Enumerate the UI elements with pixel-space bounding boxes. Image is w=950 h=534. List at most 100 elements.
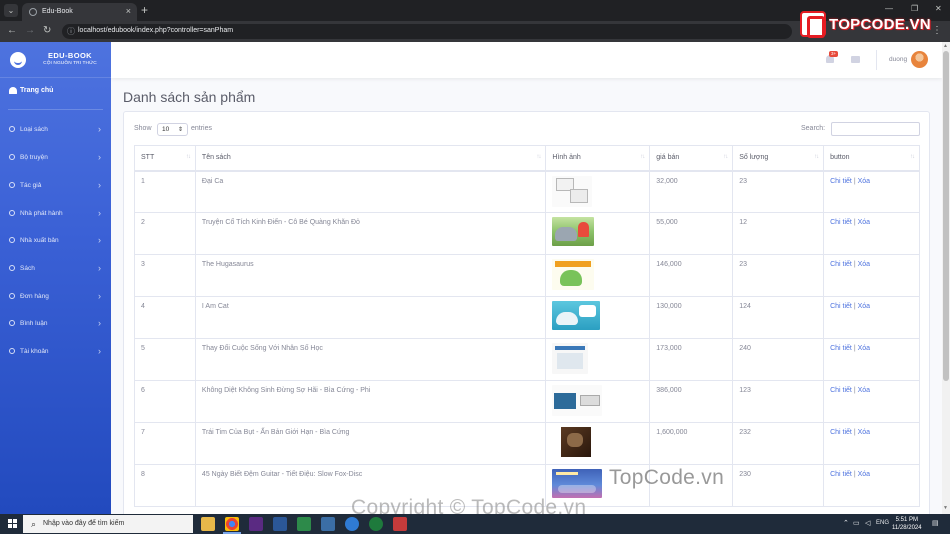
row-stt: 3	[134, 254, 196, 297]
sidebar-item-books[interactable]: Sách ›	[0, 260, 111, 278]
sidebar-item-comments[interactable]: Bình luận ›	[0, 315, 111, 333]
windows-start-icon[interactable]	[8, 519, 18, 529]
sidebar-item-label: Nhà xuất bản	[20, 237, 59, 244]
language-indicator[interactable]: ENG	[876, 520, 889, 526]
new-tab-button[interactable]: +	[141, 3, 148, 17]
topcode-logo-text: TOPCODE.VN	[829, 15, 931, 33]
column-header-price[interactable]: giá bán ↑↓	[649, 145, 734, 172]
cog-icon	[9, 154, 15, 160]
sidebar-brand[interactable]: EDU-BOOK CỘI NGUỒN TRI THỨC	[0, 42, 111, 78]
detail-link[interactable]: Chi tiết	[830, 178, 852, 185]
delete-link[interactable]: Xóa	[858, 345, 870, 352]
delete-link[interactable]: Xóa	[858, 178, 870, 185]
chrome-icon[interactable]	[225, 517, 239, 531]
detail-link[interactable]: Chi tiết	[830, 303, 852, 310]
browser-tab[interactable]: Edu-Book ×	[22, 3, 137, 21]
file-explorer-icon[interactable]	[201, 517, 215, 531]
detail-link[interactable]: Chi tiết	[830, 345, 852, 352]
row-book-name: Trái Tim Của Bụt - Ấn Bản Giới Hạn - Bìa…	[194, 422, 547, 465]
table-row: 1 Đại Ca 32,000 23 Chi tiết | Xóa	[134, 170, 920, 213]
row-actions: Chi tiết | Xóa	[823, 170, 920, 213]
chevron-up-icon[interactable]: ⌃	[843, 519, 849, 527]
row-price: 146,000	[649, 254, 734, 297]
delete-link[interactable]: Xóa	[858, 219, 870, 226]
page-length-select[interactable]: 10 ⇕	[157, 123, 188, 136]
sidebar-item-orders[interactable]: Đơn hàng ›	[0, 288, 111, 306]
delete-link[interactable]: Xóa	[858, 387, 870, 394]
back-icon[interactable]: ←	[7, 25, 17, 37]
column-header-name[interactable]: Tên sách ↑↓	[194, 145, 547, 172]
sidebar-item-authors[interactable]: Tác giả ›	[0, 177, 111, 195]
word-icon[interactable]	[273, 517, 287, 531]
table-header-row: STT ↑↓ Tên sách ↑↓ Hình ảnh ↑↓ giá bán ↑↓ Số…	[134, 145, 920, 172]
delete-link[interactable]: Xóa	[858, 429, 870, 436]
detail-link[interactable]: Chi tiết	[830, 261, 852, 268]
avatar[interactable]	[911, 51, 928, 68]
sidebar-item-series[interactable]: Bộ truyện ›	[0, 149, 111, 167]
sidebar-item-label: Bộ truyện	[20, 154, 48, 161]
address-bar[interactable]: ⓘ localhost/edubook/index.php?controller…	[62, 24, 792, 39]
window-close-icon[interactable]: ✕	[935, 4, 942, 13]
user-name[interactable]: duong	[889, 56, 907, 63]
row-actions: Chi tiết | Xóa	[823, 212, 920, 255]
reload-icon[interactable]: ↻	[43, 25, 51, 37]
forward-icon[interactable]: →	[25, 25, 35, 37]
edge-icon[interactable]	[345, 517, 359, 531]
sidebar-item-accounts[interactable]: Tài khoản ›	[0, 343, 111, 361]
detail-link[interactable]: Chi tiết	[830, 471, 852, 478]
row-price: 1,600,000	[649, 422, 734, 465]
scrollbar-thumb[interactable]	[943, 51, 949, 381]
column-header-image[interactable]: Hình ảnh ↑↓	[545, 145, 651, 172]
volume-icon[interactable]: ◁	[865, 519, 870, 527]
sidebar-item-dashboard[interactable]: Trang chủ	[0, 84, 111, 100]
sidebar-item-book-categories[interactable]: Loại sách ›	[0, 121, 111, 139]
row-stt: 5	[134, 338, 196, 381]
close-icon[interactable]: ×	[126, 6, 131, 16]
clock-time: 5:51 PM	[895, 517, 918, 523]
app-icon[interactable]	[321, 517, 335, 531]
scroll-up-icon[interactable]: ▲	[943, 43, 948, 49]
search-label: Search:	[801, 125, 826, 132]
envelope-icon[interactable]	[851, 56, 860, 63]
row-image-cell	[545, 254, 651, 297]
column-header-quantity[interactable]: Số lượng ↑↓	[732, 145, 825, 172]
browser-menu-icon[interactable]: ⋮	[932, 25, 942, 36]
row-quantity: 23	[732, 170, 825, 213]
scroll-down-icon[interactable]: ▼	[943, 505, 948, 511]
page-length-value: 10	[162, 126, 170, 133]
app-icon[interactable]	[369, 517, 383, 531]
column-header-actions[interactable]: button ↑↓	[823, 145, 920, 172]
delete-link[interactable]: Xóa	[858, 471, 870, 478]
row-actions: Chi tiết | Xóa	[823, 380, 920, 423]
sidebar-item-distributors[interactable]: Nhà phát hành ›	[0, 205, 111, 223]
table-row: 7 Trái Tim Của Bụt - Ấn Bản Giới Hạn - B…	[134, 422, 920, 465]
app-icon[interactable]	[249, 517, 263, 531]
chevron-right-icon: ›	[98, 263, 101, 273]
taskbar-search[interactable]: ⌕ Nhập vào đây để tìm kiếm	[23, 515, 193, 533]
topbar: 3+ duong	[111, 42, 942, 78]
row-actions: Chi tiết | Xóa	[823, 422, 920, 465]
clock[interactable]: 5:51 PM 11/28/2024	[892, 516, 922, 532]
delete-link[interactable]: Xóa	[858, 261, 870, 268]
detail-link[interactable]: Chi tiết	[830, 219, 852, 226]
chevron-right-icon: ›	[98, 235, 101, 245]
row-stt: 6	[134, 380, 196, 423]
app-icon[interactable]	[393, 517, 407, 531]
site-info-icon[interactable]: ⓘ	[67, 26, 75, 37]
notification-center-icon[interactable]: ▤	[932, 519, 939, 527]
tab-search-button[interactable]: ⌄	[4, 4, 18, 17]
app-icon[interactable]	[297, 517, 311, 531]
delete-link[interactable]: Xóa	[858, 303, 870, 310]
column-header-stt[interactable]: STT ↑↓	[134, 145, 196, 172]
chevron-right-icon: ›	[98, 124, 101, 134]
search-input[interactable]	[831, 122, 920, 136]
table-row: 4 I Am Cat 130,000 124 Chi tiết | Xóa	[134, 296, 920, 339]
network-icon[interactable]: ▭	[853, 519, 860, 527]
sidebar: EDU-BOOK CỘI NGUỒN TRI THỨC Trang chủ Lo…	[0, 42, 111, 514]
detail-link[interactable]: Chi tiết	[830, 387, 852, 394]
page-scrollbar[interactable]: ▲ ▼	[942, 42, 950, 514]
sidebar-item-publishers[interactable]: Nhà xuất bản ›	[0, 232, 111, 250]
detail-link[interactable]: Chi tiết	[830, 429, 852, 436]
sidebar-item-label: Tài khoản	[20, 348, 49, 355]
row-price: 130,000	[649, 296, 734, 339]
